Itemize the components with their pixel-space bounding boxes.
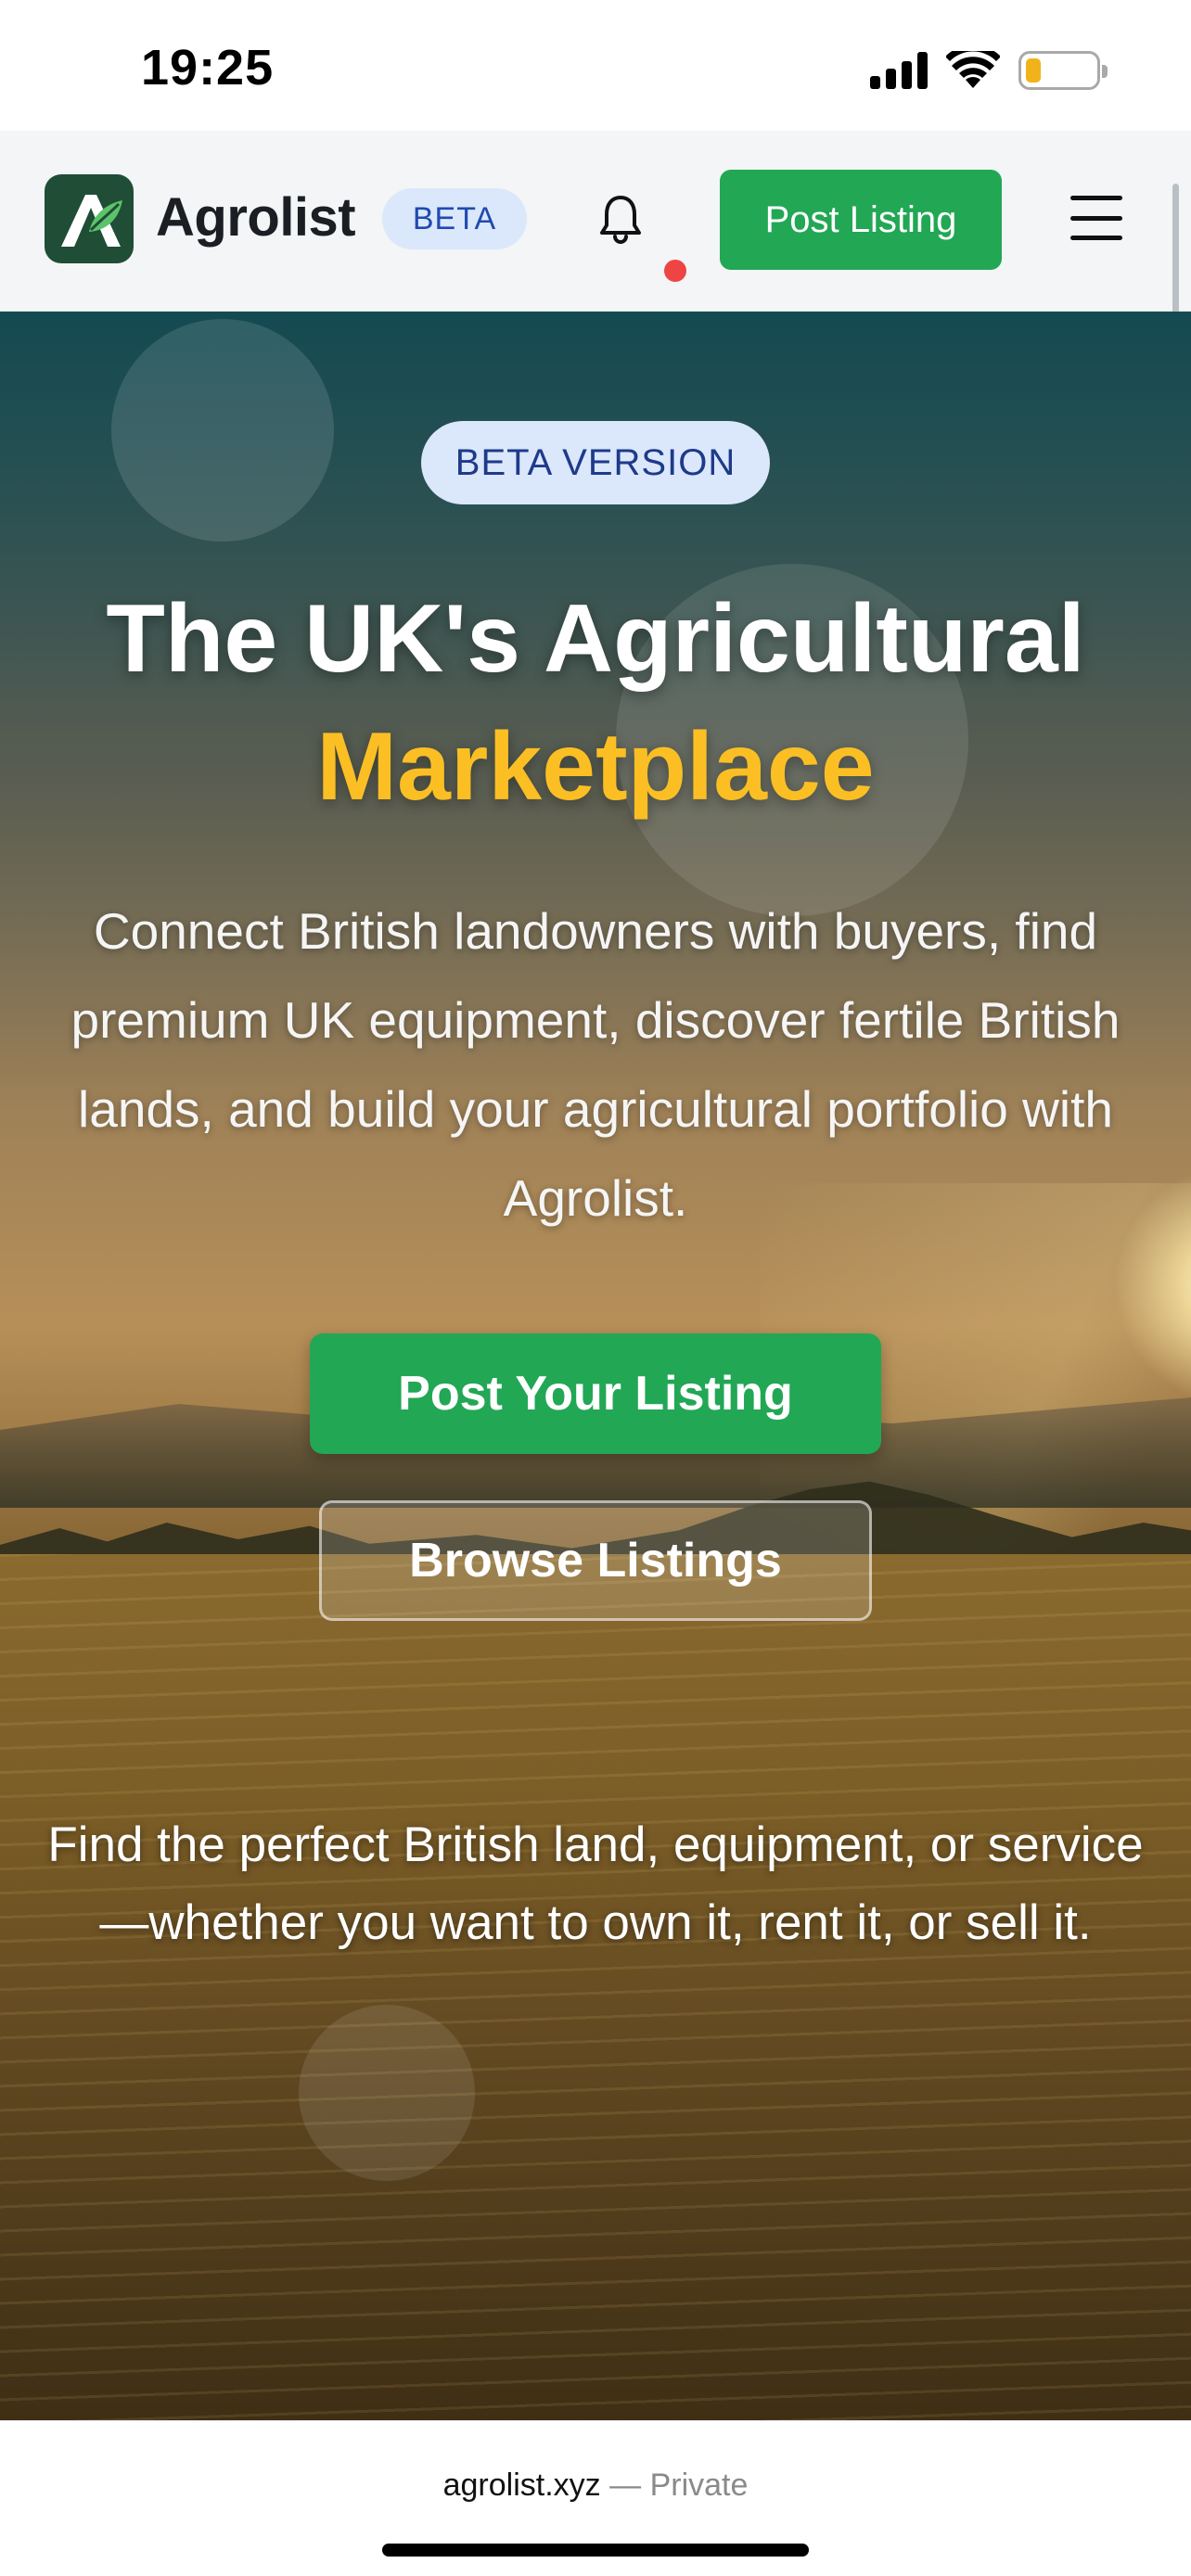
screen: 19:25 Agrolist BETA Post Listing BETA VE… <box>0 0 1191 2576</box>
hero-tagline: Find the perfect British land, equipment… <box>47 1817 1144 1950</box>
site-header: Agrolist BETA Post Listing <box>0 131 1191 312</box>
status-bar: 19:25 <box>0 0 1191 131</box>
home-indicator[interactable] <box>382 2544 809 2557</box>
hero-title-highlight: Marketplace <box>316 713 875 821</box>
private-mode-label: Private <box>649 2468 749 2503</box>
wheat-field-decoration <box>0 1554 1191 2420</box>
notification-dot <box>664 260 686 282</box>
brand-name[interactable]: Agrolist <box>156 186 356 249</box>
hero-description: Connect British landowners with buyers, … <box>70 902 1121 1227</box>
wifi-icon <box>946 51 1000 88</box>
battery-icon <box>1018 51 1108 90</box>
url-separator: — <box>609 2468 642 2503</box>
hero-section: BETA VERSION The UK's Agricultural Marke… <box>0 312 1191 2420</box>
browse-listings-button[interactable]: Browse Listings <box>319 1500 872 1621</box>
status-icons <box>870 48 1108 93</box>
status-time: 19:25 <box>141 40 275 96</box>
hero-title: The UK's Agricultural Marketplace <box>0 575 1191 831</box>
bell-icon[interactable] <box>594 188 647 253</box>
hamburger-menu-icon[interactable] <box>1070 196 1122 240</box>
decorative-bubble <box>111 319 334 542</box>
agrolist-logo-icon[interactable] <box>45 174 134 263</box>
decorative-bubble <box>299 2005 475 2181</box>
post-your-listing-button[interactable]: Post Your Listing <box>310 1333 881 1454</box>
browser-address-bar[interactable]: agrolist.xyz — Private <box>0 2420 1191 2576</box>
beta-badge: BETA <box>382 188 527 249</box>
post-listing-button[interactable]: Post Listing <box>720 170 1002 270</box>
cellular-signal-icon <box>870 52 928 89</box>
url-domain: agrolist.xyz <box>442 2468 601 2503</box>
hero-title-line: The UK's Agricultural <box>106 585 1085 693</box>
beta-version-badge: BETA VERSION <box>421 421 770 504</box>
url-display[interactable]: agrolist.xyz — Private <box>0 2468 1191 2504</box>
